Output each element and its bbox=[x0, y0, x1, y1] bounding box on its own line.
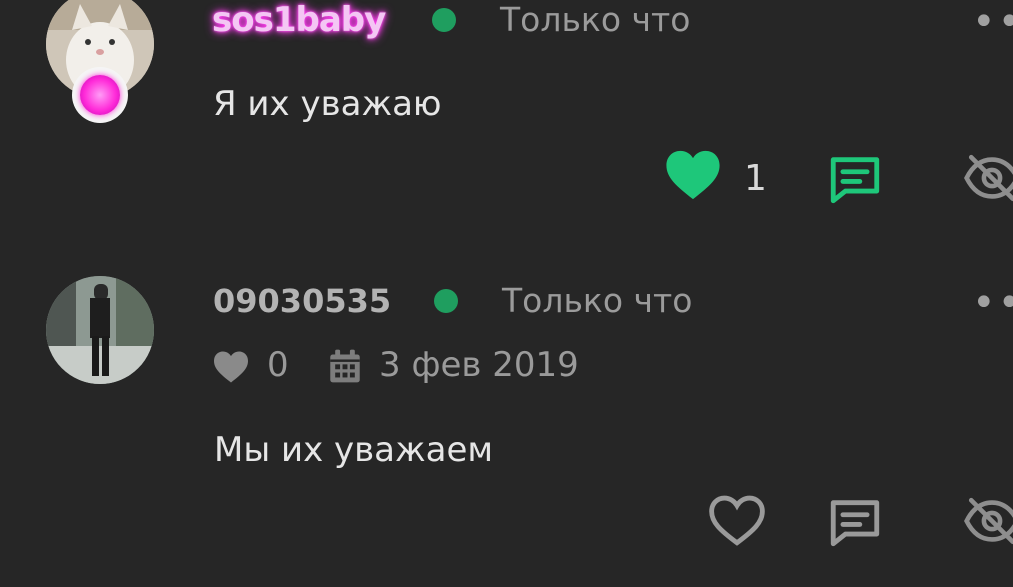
comment-icon bbox=[830, 157, 880, 204]
calendar-icon bbox=[328, 348, 362, 388]
join-date: 3 фев 2019 bbox=[379, 345, 579, 385]
like-button[interactable] bbox=[664, 148, 724, 204]
heart-icon bbox=[666, 150, 720, 200]
hide-icon bbox=[964, 497, 1013, 545]
street-avatar-image bbox=[46, 276, 154, 384]
reply-button[interactable] bbox=[826, 493, 886, 553]
hide-button[interactable] bbox=[962, 150, 1013, 206]
online-indicator bbox=[432, 8, 456, 32]
like-button[interactable] bbox=[708, 494, 768, 550]
comment-text: Я их уважаю bbox=[213, 84, 442, 124]
like-count: 0 bbox=[267, 345, 289, 385]
reply-button[interactable] bbox=[826, 150, 886, 210]
heart-icon bbox=[214, 351, 248, 383]
like-count: 1 bbox=[744, 158, 767, 199]
online-indicator bbox=[434, 289, 458, 313]
more-icon[interactable]: •• bbox=[972, 283, 1013, 323]
hide-button[interactable] bbox=[962, 493, 1013, 549]
heart-icon bbox=[709, 495, 765, 546]
like-count-icon bbox=[212, 350, 250, 388]
timestamp: Только что bbox=[500, 0, 691, 39]
timestamp: Только что bbox=[502, 281, 693, 320]
more-icon[interactable]: •• bbox=[972, 2, 1013, 42]
username[interactable]: sos1baby bbox=[212, 0, 386, 40]
avatar-badge bbox=[72, 67, 128, 123]
comment-icon bbox=[830, 500, 880, 547]
hide-icon bbox=[964, 154, 1013, 202]
username[interactable]: 09030535 bbox=[213, 282, 391, 320]
comment-text: Мы их уважаем bbox=[214, 430, 494, 470]
user-avatar-2[interactable] bbox=[46, 276, 154, 384]
